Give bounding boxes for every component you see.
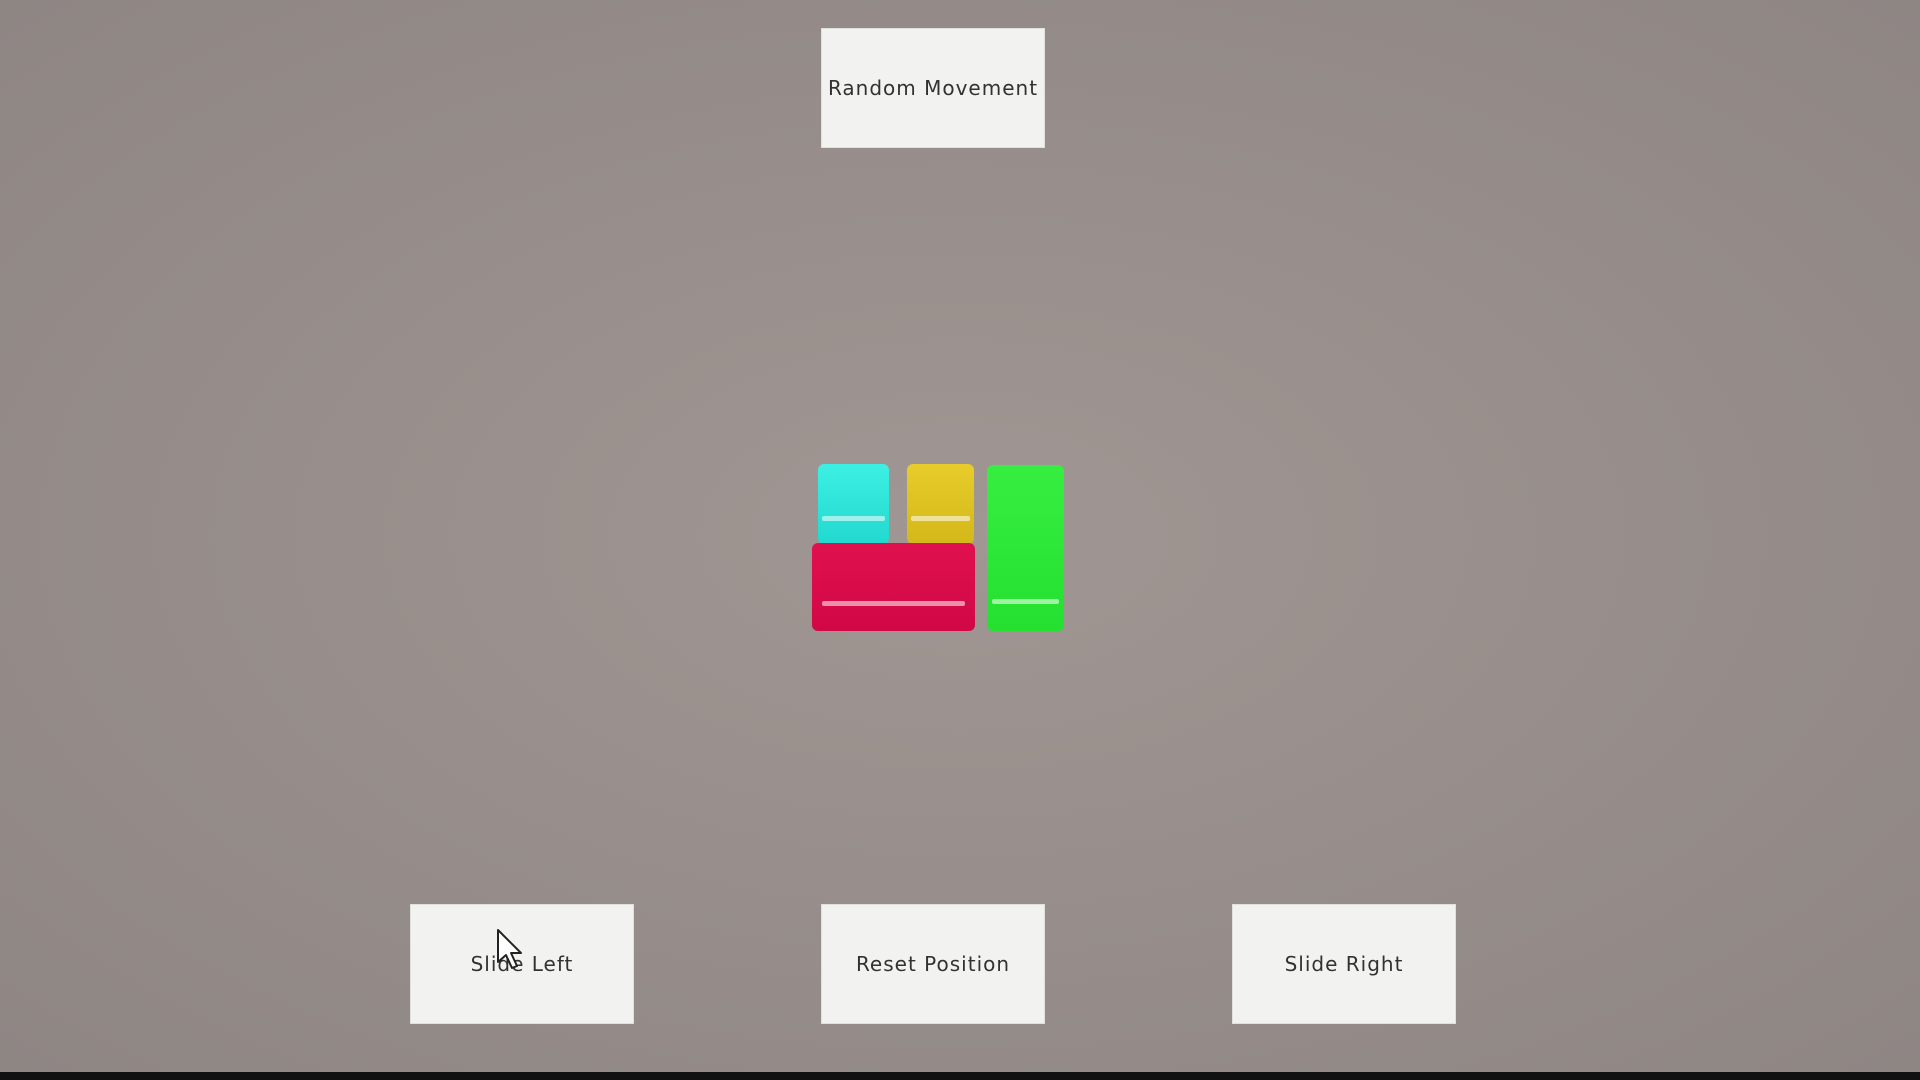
random-movement-button[interactable]: Random Movement	[821, 28, 1045, 148]
cyan-block	[818, 464, 889, 544]
reset-position-button[interactable]: Reset Position	[821, 904, 1045, 1024]
slide-left-button[interactable]: Slide Left	[410, 904, 634, 1024]
yellow-block	[907, 464, 974, 544]
cyan-block-stripe	[822, 516, 885, 521]
green-block	[987, 465, 1064, 631]
yellow-block-stripe	[911, 516, 970, 521]
bottom-border	[0, 1072, 1920, 1080]
slide-right-button[interactable]: Slide Right	[1232, 904, 1456, 1024]
red-block-stripe	[821, 601, 966, 606]
red-block	[812, 543, 975, 631]
green-block-stripe	[991, 599, 1060, 604]
game-viewport: Random Movement Slide Left Reset Positio…	[0, 0, 1920, 1072]
